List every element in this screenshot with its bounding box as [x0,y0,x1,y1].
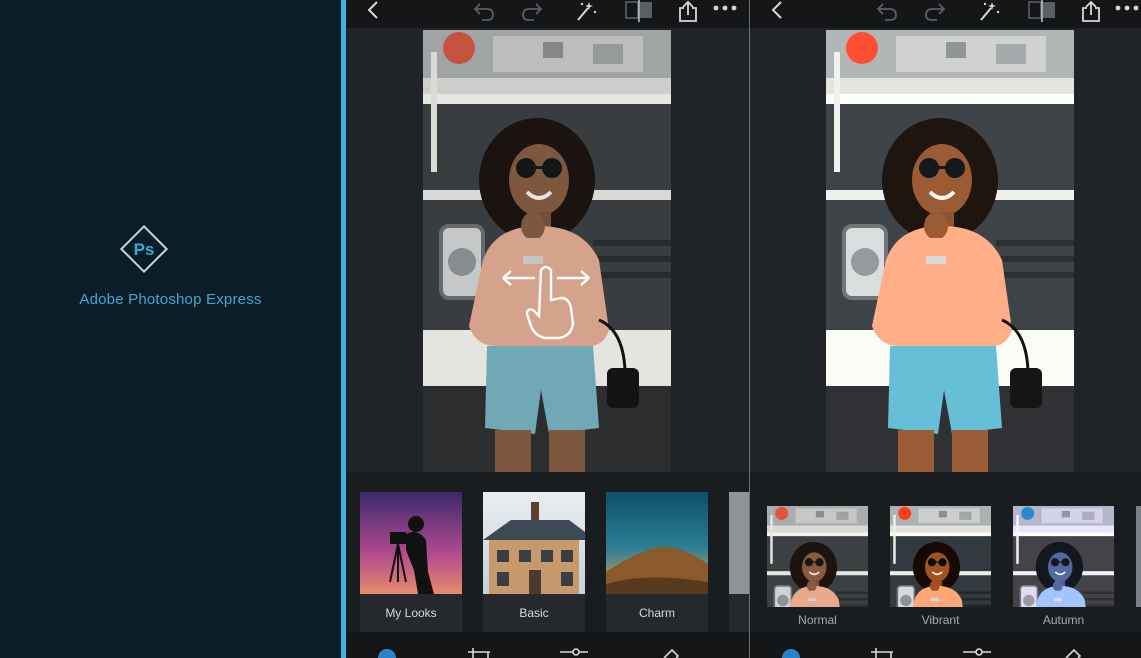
editor-screen-filters: Normal Vibrant Autumn [749,0,1141,658]
look-label: Basic [519,606,549,620]
top-toolbar [750,0,1141,28]
filter-preview-image [1013,506,1114,607]
undo-icon[interactable] [875,0,899,22]
bottom-tool-bar [346,632,749,658]
look-thumbnail [360,492,462,594]
share-icon[interactable] [1080,0,1102,22]
compare-icon[interactable] [1026,0,1058,22]
filter-label: Vibrant [921,613,960,627]
filter-thumbnail [1136,506,1141,607]
photoshop-logo-icon: Ps [119,224,169,274]
filter-label: Normal [798,613,837,627]
look-thumbnail [729,492,749,594]
magic-wand-icon[interactable] [975,0,1001,22]
look-thumbnail [483,492,585,594]
crop-tool-icon[interactable] [871,648,897,658]
chevron-left-icon[interactable] [366,0,380,22]
look-card-partial[interactable] [729,492,749,632]
filter-preview-image [767,506,868,607]
filter-thumbnail [890,506,991,607]
crop-tool-icon[interactable] [468,648,494,658]
look-card[interactable]: My Looks [360,492,462,632]
filter-preview-image [890,506,991,607]
magic-wand-icon[interactable] [572,0,598,22]
eraser-tool-icon[interactable] [1062,648,1082,658]
filter-thumbnail [1013,506,1114,607]
edited-photo[interactable] [423,30,671,472]
filters-tray: Normal Vibrant Autumn [750,472,1141,632]
adjust-tool-icon[interactable] [560,648,588,658]
brand-name: Adobe Photoshop Express [79,291,262,308]
compare-icon[interactable] [623,0,655,22]
photographer-silhouette-image [360,492,462,594]
more-icon[interactable] [1114,0,1140,22]
looks-tool-icon[interactable] [781,648,801,658]
redo-icon[interactable] [520,0,544,22]
looks-tool-icon[interactable] [377,648,397,658]
top-toolbar [346,0,749,28]
look-card[interactable]: Basic [483,492,585,632]
redo-icon[interactable] [923,0,947,22]
undo-icon[interactable] [472,0,496,22]
brand-panel: Ps Adobe Photoshop Express [0,0,341,658]
filter-card-partial[interactable] [1136,506,1141,607]
look-label: My Looks [385,606,437,620]
edited-photo[interactable] [826,30,1074,472]
swipe-gesture-icon [502,265,590,340]
eraser-tool-icon[interactable] [660,648,680,658]
filter-card[interactable]: Normal [767,506,868,627]
look-label: Charm [638,606,675,620]
filter-card[interactable]: Vibrant [890,506,991,627]
photo-image [423,30,671,472]
look-card[interactable]: Charm [606,492,708,632]
photo-image [826,30,1074,472]
adjust-tool-icon[interactable] [963,648,991,658]
filter-label: Autumn [1042,613,1085,627]
editor-screen-looks: My Looks Basic Charm [346,0,749,658]
app-screenshot: Ps Adobe Photoshop Express My Looks Basi… [0,0,1141,658]
chevron-left-icon[interactable] [770,0,784,22]
more-icon[interactable] [712,0,738,22]
looks-tray: My Looks Basic Charm [346,472,749,632]
mountain-image [606,492,708,594]
house-image [483,492,585,594]
logo-text: Ps [134,240,155,259]
share-icon[interactable] [677,0,699,22]
bottom-tool-bar [750,632,1141,658]
look-thumbnail [606,492,708,594]
filter-card[interactable]: Autumn [1013,506,1114,627]
filter-thumbnail [767,506,868,607]
